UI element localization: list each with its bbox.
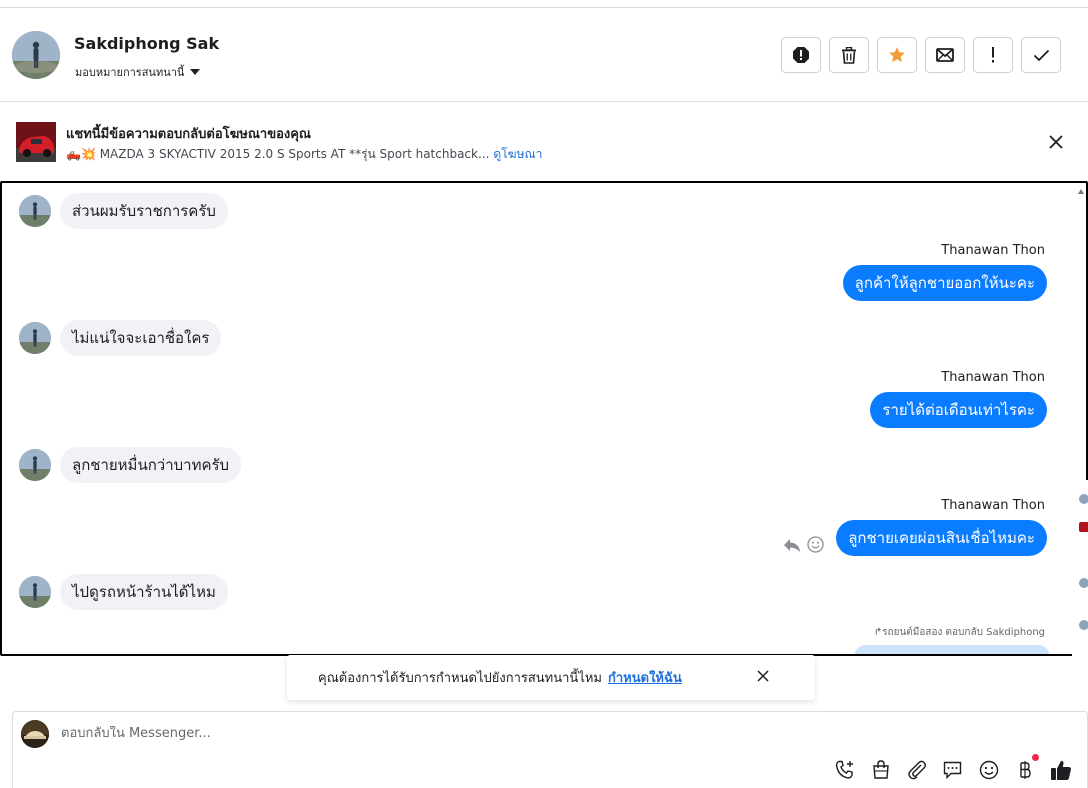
mark-done-button[interactable] [1021, 37, 1061, 73]
saved-replies-button[interactable] [941, 758, 964, 781]
close-icon [1049, 135, 1063, 149]
reply-context-note: ↱รถยนต์มือสอง ตอบกลับ Sakdiphong [873, 627, 1045, 638]
assign-dropdown[interactable]: มอบหมายการสนทนานี้ [75, 63, 201, 81]
attachment-icon [907, 760, 926, 779]
check-icon [1033, 49, 1049, 61]
message-bubble[interactable]: ส่วนผมรับราชการครับ [60, 193, 228, 229]
assign-label: มอบหมายการสนทนานี้ [75, 66, 185, 79]
baht-icon [1019, 760, 1031, 779]
contact-name[interactable]: Sakdiphong Sak [74, 34, 219, 53]
ad-description-line: 🛻💥 MAZDA 3 SKYACTIV 2015 2.0 S Sports AT… [66, 145, 542, 164]
ad-description: 🛻💥 MAZDA 3 SKYACTIV 2015 2.0 S Sports AT… [66, 147, 490, 161]
contact-avatar-small[interactable] [19, 322, 51, 354]
close-banner-button[interactable] [1046, 132, 1066, 152]
reply-icon[interactable] [783, 537, 801, 553]
react-emoji-icon[interactable] [807, 536, 824, 553]
incoming-message: ไม่แน่ใจจะเอาชื่อใคร [19, 320, 222, 356]
incoming-message: ไปดูรถหน้าร้านได้ไหม [19, 574, 228, 610]
emoji-icon [979, 760, 998, 779]
like-button[interactable] [1049, 758, 1072, 781]
message-hover-actions [783, 536, 824, 553]
conversation-header: Sakdiphong Sak มอบหมายการสนทนานี้ [0, 8, 1088, 102]
outgoing-message-bubble[interactable]: รายได้ต่อเดือนเท่าไรคะ [870, 392, 1047, 428]
partial-outgoing-bubble[interactable] [854, 645, 1050, 654]
shop-button[interactable] [869, 758, 892, 781]
assign-prompt-text: คุณต้องการได้รับการกำหนดไปยังการสนทนานี้… [318, 671, 602, 686]
message-bubble[interactable]: ไม่แน่ใจจะเอาชื่อใคร [60, 320, 222, 356]
message-composer [12, 711, 1088, 788]
assign-prompt: คุณต้องการได้รับการกำหนดไปยังการสนทนานี้… [318, 667, 682, 688]
trash-icon [842, 46, 856, 64]
contact-avatar-small[interactable] [19, 576, 51, 608]
page-avatar [21, 720, 49, 748]
reply-input[interactable] [61, 726, 961, 741]
contact-avatar[interactable] [12, 31, 60, 79]
message-bubble[interactable]: ไปดูรถหน้าร้านได้ไหม [60, 574, 228, 610]
mail-icon [936, 48, 954, 62]
spam-icon [793, 47, 809, 63]
follow-up-button[interactable] [973, 37, 1013, 73]
sender-name: Thanawan Thon [941, 498, 1045, 513]
message-bubble[interactable]: ลูกชายหมื่นกว่าบาทครับ [60, 447, 242, 483]
exclamation-icon [992, 47, 994, 63]
ad-banner-title: แชทนี้มีข้อความตอบกลับต่อโฆษณาของคุณ [66, 127, 311, 142]
assign-prompt-toast: คุณต้องการได้รับการกำหนดไปยังการสนทนานี้… [287, 655, 815, 700]
chat-head-avatar[interactable] [1079, 620, 1088, 630]
call-button[interactable] [833, 758, 856, 781]
like-icon [1050, 760, 1071, 780]
star-icon [889, 47, 905, 63]
phone-add-icon [835, 760, 853, 779]
view-ad-link[interactable]: ดูโฆษณา [493, 147, 542, 161]
notification-dot [1032, 754, 1039, 761]
close-icon [757, 670, 769, 682]
shopping-bag-icon [872, 760, 889, 779]
message-thread[interactable]: ส่วนผมรับราชการครับ Thanawan Thon ลูกค้า… [0, 181, 1088, 656]
delete-button[interactable] [829, 37, 869, 73]
scroll-up-arrow-icon[interactable] [1078, 189, 1084, 194]
mark-unread-button[interactable] [925, 37, 965, 73]
chevron-down-icon [190, 69, 201, 75]
sender-name: Thanawan Thon [941, 370, 1045, 385]
emoji-button[interactable] [977, 758, 1000, 781]
chat-head-thumbnail[interactable] [1079, 522, 1088, 532]
header-actions [781, 37, 1061, 73]
outgoing-message-bubble[interactable]: ลูกค้าให้ลูกชายออกให้นะคะ [842, 265, 1047, 301]
sender-name: Thanawan Thon [941, 243, 1045, 258]
payment-button[interactable] [1013, 754, 1039, 781]
contact-avatar-small[interactable] [19, 195, 51, 227]
composer-toolbar [833, 754, 1072, 781]
ad-thumbnail[interactable] [16, 122, 56, 162]
attach-button[interactable] [905, 758, 928, 781]
incoming-message: ลูกชายหมื่นกว่าบาทครับ [19, 447, 242, 483]
outgoing-message-bubble[interactable]: ลูกชายเคยผ่อนสินเชื่อไหมคะ [836, 520, 1047, 556]
mark-spam-button[interactable] [781, 37, 821, 73]
star-button[interactable] [877, 37, 917, 73]
saved-reply-icon [943, 761, 962, 779]
contact-avatar-small[interactable] [19, 449, 51, 481]
chat-head-avatar[interactable] [1079, 494, 1088, 504]
incoming-message: ส่วนผมรับราชการครับ [19, 193, 228, 229]
chat-head-avatar[interactable] [1079, 578, 1088, 588]
assign-to-me-link[interactable]: กำหนดให้ฉัน [608, 671, 682, 686]
ad-reply-banner: แชทนี้มีข้อความตอบกลับต่อโฆษณาของคุณ 🛻💥 … [0, 102, 1088, 182]
close-toast-button[interactable] [755, 668, 771, 684]
